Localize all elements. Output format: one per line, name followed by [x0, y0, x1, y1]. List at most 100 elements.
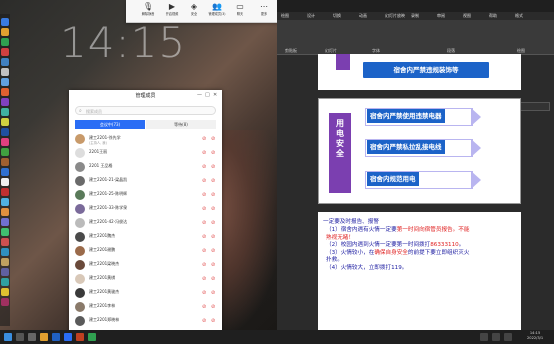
dock-app-icon[interactable]: [1, 288, 9, 296]
member-search-input[interactable]: ⌕ 搜索成员: [75, 106, 216, 115]
tray-input-icon[interactable]: [504, 333, 512, 341]
camera-off-icon[interactable]: ⊘: [202, 220, 206, 226]
camera-off-icon[interactable]: ⊘: [202, 178, 206, 184]
camera-off-icon[interactable]: ⊘: [202, 150, 206, 156]
dock-app-icon[interactable]: [1, 248, 9, 256]
search-icon[interactable]: [16, 333, 24, 341]
dock-app-icon[interactable]: [1, 158, 9, 166]
mic-off-icon[interactable]: ⊘: [211, 248, 215, 254]
dock-app-icon[interactable]: [1, 88, 9, 96]
dock-app-icon[interactable]: [1, 138, 9, 146]
tray-volume-icon[interactable]: [492, 333, 500, 341]
camera-off-icon[interactable]: ⊘: [202, 290, 206, 296]
camera-off-icon[interactable]: ⊘: [202, 192, 206, 198]
camera-off-icon[interactable]: ⊘: [202, 164, 206, 170]
member-row[interactable]: 建工2201梁晓杰 ⊘ ⊘: [73, 259, 219, 272]
dock-app-icon[interactable]: [1, 178, 9, 186]
mic-off-icon[interactable]: ⊘: [211, 220, 215, 226]
camera-off-icon[interactable]: ⊘: [202, 304, 206, 310]
ribbon-tab[interactable]: 格式: [515, 13, 523, 19]
dock-app-icon[interactable]: [1, 118, 9, 126]
member-row[interactable]: 建工2201-徐先学 (主持人, 我) ⊘ ⊘: [73, 133, 219, 146]
more-button[interactable]: ⋯ 更多: [254, 1, 274, 21]
dock-app-icon[interactable]: [1, 198, 9, 206]
dock-app-icon[interactable]: [1, 58, 9, 66]
dock-app-icon[interactable]: [1, 218, 9, 226]
member-row[interactable]: 建工2201黄骏杰 ⊘ ⊘: [73, 287, 219, 300]
mic-off-icon[interactable]: ⊘: [211, 318, 215, 324]
member-row[interactable]: 建工2201-42-冯俊达 ⊘ ⊘: [73, 217, 219, 230]
mic-off-icon[interactable]: ⊘: [211, 164, 215, 170]
tab-waiting[interactable]: 等待(8): [146, 120, 216, 129]
dock-app-icon[interactable]: [1, 148, 9, 156]
task-view-icon[interactable]: [28, 333, 36, 341]
browser-icon[interactable]: [52, 333, 60, 341]
meeting-app-icon[interactable]: [64, 333, 72, 341]
mic-off-icon[interactable]: ⊘: [211, 206, 215, 212]
dock-app-icon[interactable]: [1, 128, 9, 136]
slide-1[interactable]: 宿舍内严禁违规装饰等: [318, 54, 521, 90]
slide-2[interactable]: 用电安全 宿舍内严禁使用违禁电器 宿舍内严禁私拉乱接电线 宿舍内规范用电: [318, 98, 521, 204]
member-row[interactable]: 建工2201黄棋 ⊘ ⊘: [73, 273, 219, 286]
ribbon-tab[interactable]: 设计: [307, 13, 315, 19]
dock-app-icon[interactable]: [1, 258, 9, 266]
close-icon[interactable]: ✕: [213, 92, 217, 98]
member-row[interactable]: 建工2201郑晓林 ⊘ ⊘: [73, 315, 219, 328]
dock-app-icon[interactable]: [1, 228, 9, 236]
mic-off-icon[interactable]: ⊘: [211, 304, 215, 310]
dock-app-icon[interactable]: [1, 68, 9, 76]
tab-in-meeting[interactable]: 会议中(73): [75, 120, 145, 129]
member-row[interactable]: 2201 王品格 ⊘ ⊘: [73, 161, 219, 174]
dock-app-icon[interactable]: [1, 278, 9, 286]
mic-off-icon[interactable]: ⊘: [211, 150, 215, 156]
ribbon-tab[interactable]: 帮助: [489, 13, 497, 19]
tray-network-icon[interactable]: [480, 333, 488, 341]
chat-button[interactable]: ▭ 聊天: [230, 1, 250, 21]
ribbon-tab[interactable]: 切换: [333, 13, 341, 19]
video-button[interactable]: ▶ 开启视频: [162, 1, 182, 21]
camera-off-icon[interactable]: ⊘: [202, 234, 206, 240]
member-row[interactable]: 建工2201-25-陈明辉 ⊘ ⊘: [73, 189, 219, 202]
dock-app-icon[interactable]: [1, 168, 9, 176]
mic-off-icon[interactable]: ⊘: [211, 192, 215, 198]
camera-off-icon[interactable]: ⊘: [202, 206, 206, 212]
member-row[interactable]: 建工2201魏杰 ⊘ ⊘: [73, 231, 219, 244]
mic-off-icon[interactable]: ⊘: [211, 290, 215, 296]
camera-off-icon[interactable]: ⊘: [202, 318, 206, 324]
ribbon-tab[interactable]: 录制: [411, 13, 419, 19]
camera-off-icon[interactable]: ⊘: [202, 248, 206, 254]
member-row[interactable]: 建工2201谢鹏 ⊘ ⊘: [73, 245, 219, 258]
dock-app-icon[interactable]: [1, 208, 9, 216]
wechat-app-icon[interactable]: [88, 333, 96, 341]
mic-off-icon[interactable]: ⊘: [211, 262, 215, 268]
file-explorer-icon[interactable]: [40, 333, 48, 341]
member-row[interactable]: 建工2201-33-陈学泉 ⊘ ⊘: [73, 203, 219, 216]
camera-off-icon[interactable]: ⊘: [202, 136, 206, 142]
ribbon-tab[interactable]: 绘图: [281, 13, 289, 19]
powerpoint-app-icon[interactable]: [76, 333, 84, 341]
tray-clock[interactable]: 14:15 2022/3/1: [527, 331, 543, 341]
minimize-icon[interactable]: —: [197, 92, 202, 98]
mute-button[interactable]: 🎙 解除静音: [138, 1, 158, 21]
dock-app-icon[interactable]: [1, 78, 9, 86]
dock-app-icon[interactable]: [1, 28, 9, 36]
slide-3[interactable]: 一定要及时报告、报警 （1）宿舍内遇有火情一定要第一时间向宿管员报告。不能 熟视无…: [318, 212, 521, 330]
dock-app-icon[interactable]: [1, 18, 9, 26]
ribbon-tab[interactable]: 幻灯片放映: [385, 13, 405, 19]
dock-app-icon[interactable]: [1, 238, 9, 246]
mic-off-icon[interactable]: ⊘: [211, 178, 215, 184]
ribbon-tab[interactable]: 视图: [463, 13, 471, 19]
windows-start-icon[interactable]: [4, 333, 12, 341]
dock-app-icon[interactable]: [1, 268, 9, 276]
member-row[interactable]: 建工2201-21-梁晶凯 ⊘ ⊘: [73, 175, 219, 188]
ribbon-tab[interactable]: 动画: [359, 13, 367, 19]
member-row[interactable]: 建工2201李林 ⊘ ⊘: [73, 301, 219, 314]
security-button[interactable]: ◈ 安全: [184, 1, 204, 21]
dock-app-icon[interactable]: [1, 98, 9, 106]
manage-members-button[interactable]: 👥 管理成员(3): [206, 1, 228, 21]
mic-off-icon[interactable]: ⊘: [211, 136, 215, 142]
maximize-icon[interactable]: □: [205, 92, 210, 98]
camera-off-icon[interactable]: ⊘: [202, 262, 206, 268]
ribbon-tab[interactable]: 审阅: [437, 13, 445, 19]
dock-app-icon[interactable]: [1, 38, 9, 46]
